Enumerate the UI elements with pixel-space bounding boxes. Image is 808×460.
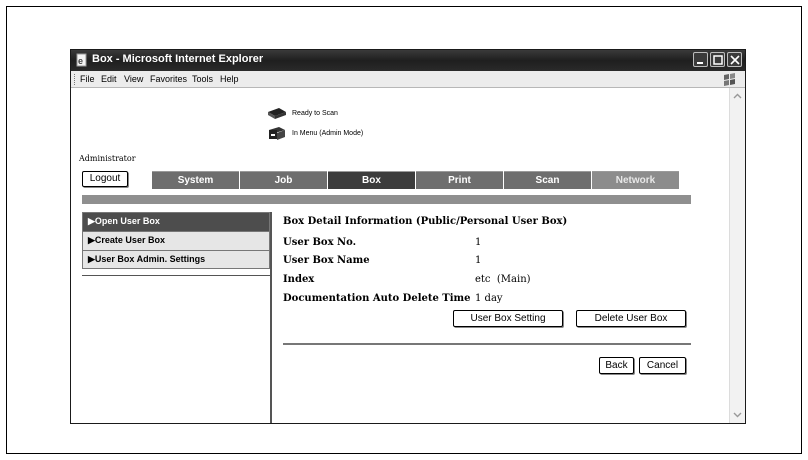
- scroll-up-icon[interactable]: [733, 92, 742, 101]
- detail-label: Documentation Auto Delete Time: [283, 293, 471, 304]
- tab-scan[interactable]: Scan: [504, 171, 591, 189]
- admin-label: Administrator: [79, 154, 136, 163]
- detail-value: etc (Main): [475, 274, 531, 285]
- back-button[interactable]: Back: [599, 357, 634, 374]
- toolbar-grip: [74, 74, 76, 85]
- status-mode: In Menu (Admin Mode): [267, 125, 363, 141]
- detail-label: User Box Name: [283, 255, 370, 266]
- menu-edit[interactable]: Edit: [101, 74, 117, 84]
- logout-button[interactable]: Logout: [82, 171, 128, 187]
- delete-user-box-button[interactable]: Delete User Box: [576, 310, 686, 327]
- minimize-button[interactable]: [693, 52, 708, 67]
- detail-value: 1 day: [475, 293, 503, 304]
- cancel-button[interactable]: Cancel: [639, 357, 686, 374]
- status-ready: Ready to Scan: [267, 106, 338, 120]
- menu-file[interactable]: File: [80, 74, 95, 84]
- sidebar-item-create-user-box[interactable]: ▶Create User Box: [82, 231, 270, 250]
- sidebar-item-open-user-box[interactable]: ▶Open User Box: [82, 212, 270, 231]
- menu-favorites[interactable]: Favorites: [150, 74, 187, 84]
- vertical-divider: [270, 212, 272, 423]
- sidebar: ▶Open User Box ▶Create User Box ▶User Bo…: [82, 212, 270, 269]
- sidebar-item-admin-settings[interactable]: ▶User Box Admin. Settings: [82, 250, 270, 269]
- close-icon: [730, 55, 740, 65]
- detail-label: Index: [283, 274, 315, 285]
- status-mode-text: In Menu (Admin Mode): [292, 129, 364, 137]
- svg-text:e: e: [78, 56, 83, 66]
- ie-page-icon: e: [76, 53, 87, 67]
- close-button[interactable]: [727, 52, 742, 67]
- menu-bar: File Edit View Favorites Tools Help: [71, 71, 745, 88]
- scroll-down-icon[interactable]: [733, 410, 742, 419]
- detail-value: 1: [475, 237, 482, 248]
- menu-help[interactable]: Help: [220, 74, 239, 84]
- page-content: Ready to Scan In Menu (Admin Mode) Admin…: [71, 88, 729, 423]
- accent-bar: [82, 195, 691, 204]
- detail-value: 1: [475, 255, 482, 266]
- menu-tools[interactable]: Tools: [192, 74, 213, 84]
- status-ready-text: Ready to Scan: [292, 109, 338, 117]
- maximize-icon: [713, 55, 723, 65]
- sidebar-divider: [82, 275, 270, 276]
- scanner-icon: [268, 108, 286, 119]
- horizontal-divider: [283, 343, 691, 345]
- menu-view[interactable]: View: [124, 74, 143, 84]
- user-box-setting-button[interactable]: User Box Setting: [453, 310, 563, 327]
- tab-system[interactable]: System: [152, 171, 239, 189]
- printer-icon: [269, 127, 285, 140]
- vertical-scrollbar[interactable]: [729, 88, 745, 423]
- minimize-icon: [697, 62, 703, 64]
- maximize-button[interactable]: [710, 52, 725, 67]
- detail-title: Box Detail Information (Public/Personal …: [283, 216, 568, 227]
- window-title: Box - Microsoft Internet Explorer: [92, 53, 264, 65]
- title-bar: e Box - Microsoft Internet Explorer: [71, 50, 745, 71]
- detail-label: User Box No.: [283, 237, 357, 248]
- tab-box[interactable]: Box: [328, 171, 415, 189]
- tab-network[interactable]: Network: [592, 171, 679, 189]
- tab-job[interactable]: Job: [240, 171, 327, 189]
- windows-flag-icon: [724, 73, 735, 86]
- tab-print[interactable]: Print: [416, 171, 503, 189]
- browser-window: e Box - Microsoft Internet Explorer File…: [70, 49, 746, 424]
- main-tabs: System Job Box Print Scan Network: [152, 171, 680, 189]
